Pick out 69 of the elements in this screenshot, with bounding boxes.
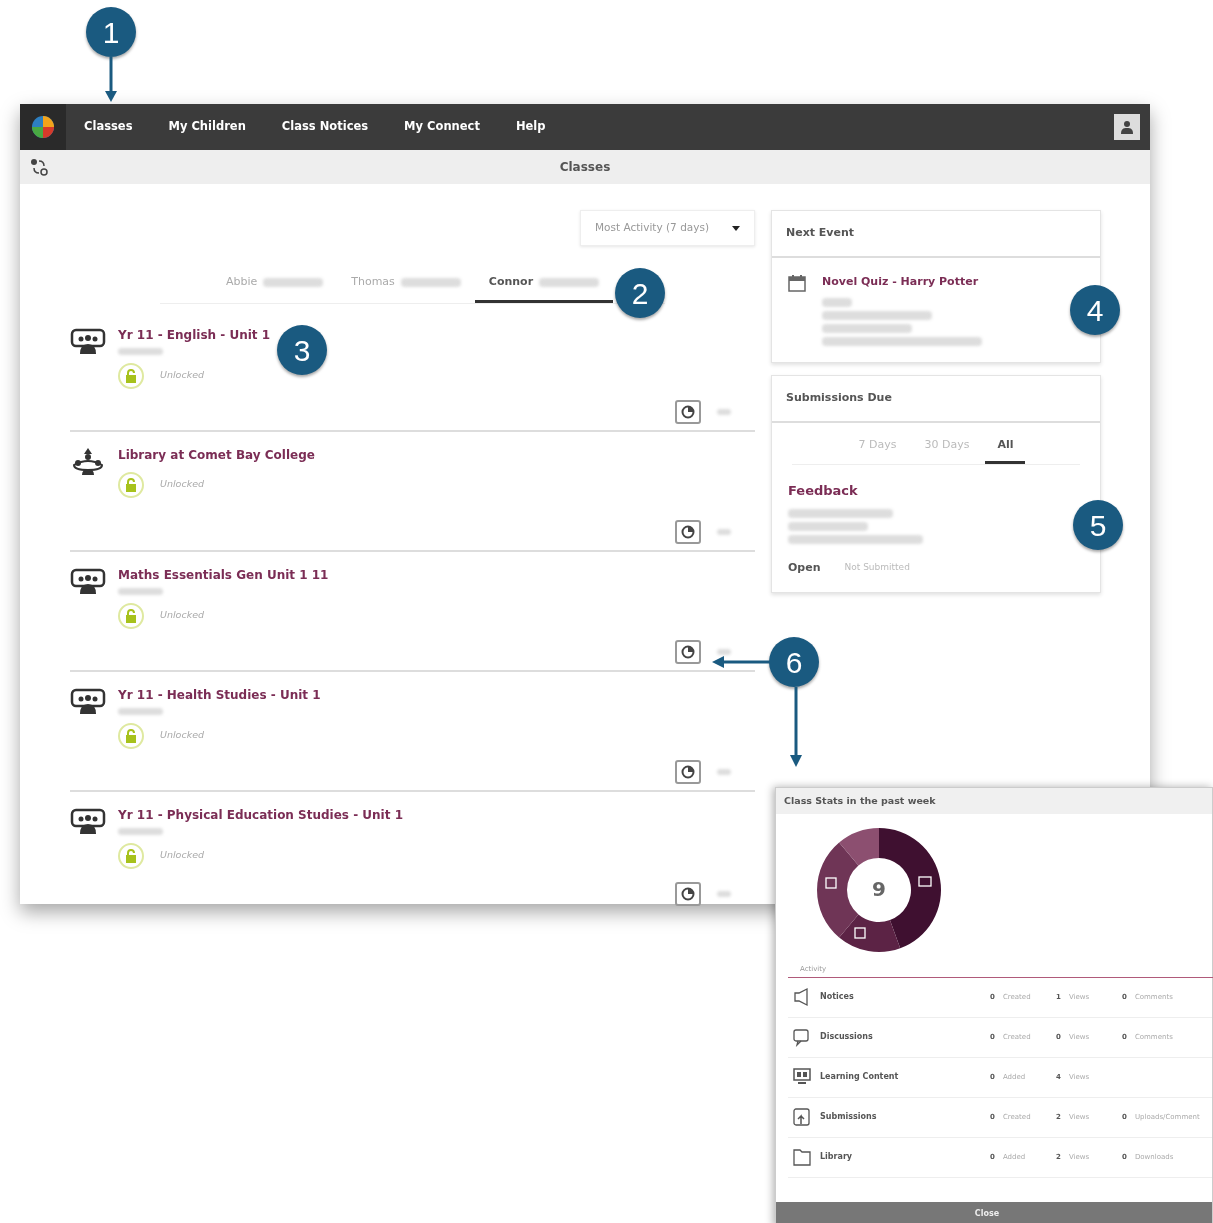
callout-badge: 1 bbox=[86, 7, 136, 57]
stats-button[interactable] bbox=[675, 519, 701, 544]
nav-link[interactable]: Classes bbox=[66, 118, 151, 136]
chat-icon bbox=[792, 1027, 812, 1047]
class-title[interactable]: Yr 11 - English - Unit 1 bbox=[118, 325, 271, 344]
lock-status: Unlocked bbox=[160, 728, 205, 743]
dialog-title: Class Stats in the past week bbox=[784, 793, 936, 808]
arrow bbox=[104, 57, 118, 102]
unlock-icon bbox=[125, 608, 137, 623]
blurred-text bbox=[822, 298, 852, 307]
activity-name: Learning Content bbox=[820, 1071, 900, 1083]
blurred-text bbox=[717, 768, 731, 775]
submission-title[interactable]: Feedback bbox=[788, 481, 1084, 501]
pie-chart-icon bbox=[681, 886, 695, 901]
pie-chart-icon bbox=[681, 404, 695, 419]
pie-chart-icon bbox=[681, 524, 695, 539]
page-title: Classes bbox=[559, 159, 611, 176]
calendar-icon bbox=[788, 273, 806, 292]
nav-link[interactable]: Class Notices bbox=[263, 118, 387, 136]
blurred-text bbox=[717, 528, 731, 535]
activity-name: Library bbox=[820, 1151, 854, 1163]
card-title: Submissions Due bbox=[772, 376, 1100, 423]
status-label: Open bbox=[788, 559, 821, 576]
activity-name: Discussions bbox=[820, 1031, 874, 1043]
upload-document-icon bbox=[792, 1107, 812, 1127]
switch-icon[interactable] bbox=[28, 156, 50, 178]
blurred-text bbox=[539, 277, 600, 287]
activity-name: Submissions bbox=[820, 1111, 878, 1123]
class-title[interactable]: Library at Comet Bay College bbox=[118, 445, 315, 464]
card-title: Next Event bbox=[772, 211, 1100, 258]
submission-status: Not Submitted bbox=[844, 561, 910, 574]
stats-button[interactable] bbox=[675, 399, 701, 424]
unlock-icon bbox=[125, 728, 137, 743]
stats-button[interactable] bbox=[675, 639, 701, 664]
blurred-text bbox=[400, 277, 461, 287]
logo-icon bbox=[30, 114, 56, 140]
class-title[interactable]: Yr 11 - Physical Education Studies - Unit 1 bbox=[118, 805, 403, 824]
unlock-icon bbox=[125, 848, 137, 863]
stats-button[interactable] bbox=[675, 759, 701, 784]
nav-link[interactable]: Help bbox=[497, 118, 564, 136]
blurred-text bbox=[717, 648, 731, 655]
period-tab[interactable]: All bbox=[985, 430, 1026, 464]
activity-name: Notices bbox=[820, 991, 855, 1003]
stats-button[interactable] bbox=[675, 881, 701, 906]
blurred-text bbox=[717, 408, 731, 415]
user-icon bbox=[1120, 120, 1134, 134]
folder-icon bbox=[792, 1147, 812, 1167]
pie-chart-icon bbox=[681, 644, 695, 659]
blurred-text bbox=[263, 277, 324, 287]
class-title[interactable]: Maths Essentials Gen Unit 1 11 bbox=[118, 565, 329, 584]
total-count: 9 bbox=[871, 876, 887, 903]
lock-status: Unlocked bbox=[160, 608, 205, 623]
unlock-icon bbox=[125, 477, 137, 492]
lock-status: Unlocked bbox=[160, 368, 205, 383]
child-tab[interactable]: Connor bbox=[474, 268, 614, 303]
blurred-text bbox=[717, 890, 731, 897]
caret-icon bbox=[732, 225, 740, 231]
lock-status: Unlocked bbox=[160, 848, 205, 863]
lock-status: Unlocked bbox=[160, 477, 205, 492]
monitor-icon bbox=[792, 1067, 812, 1087]
nav-link[interactable]: My Connect bbox=[386, 118, 498, 136]
class-title[interactable]: Yr 11 - Health Studies - Unit 1 bbox=[118, 685, 321, 704]
user-button[interactable] bbox=[1114, 114, 1140, 140]
close-button[interactable]: Close bbox=[776, 1202, 1212, 1223]
event-title[interactable]: Novel Quiz - Harry Potter bbox=[822, 273, 982, 290]
nav-link[interactable]: My Children bbox=[150, 118, 264, 136]
arrow bbox=[712, 655, 770, 669]
unlock-icon bbox=[125, 368, 137, 383]
pie-chart-icon bbox=[681, 764, 695, 779]
